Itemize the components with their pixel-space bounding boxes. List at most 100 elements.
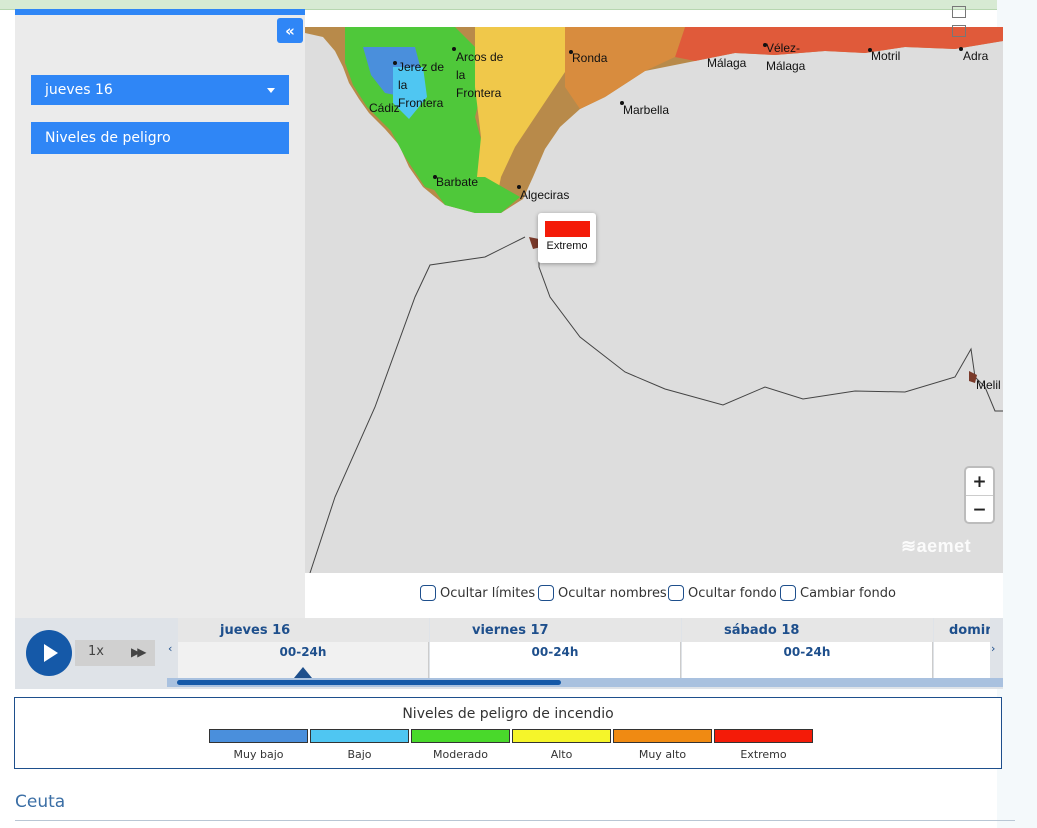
city-label: Cádiz bbox=[369, 101, 400, 115]
city-marker bbox=[569, 50, 573, 54]
checkbox-box[interactable] bbox=[538, 585, 554, 601]
checkbox-label: Ocultar fondo bbox=[688, 585, 777, 601]
city-label: Barbate bbox=[436, 175, 479, 189]
zoom-control: + − bbox=[966, 468, 993, 522]
city-label: Málaga bbox=[766, 59, 806, 73]
city-label: Vélez- bbox=[766, 41, 801, 55]
city-label: Ronda bbox=[572, 51, 608, 65]
legend-swatch bbox=[613, 729, 712, 743]
legend-item: Moderado bbox=[410, 729, 511, 761]
city-label: Melil bbox=[976, 378, 1001, 392]
collapse-sidebar-button[interactable]: « bbox=[277, 18, 303, 43]
danger-popup[interactable]: Extremo bbox=[538, 213, 596, 263]
speed-label: 1x bbox=[88, 644, 104, 659]
maritime-boundary bbox=[309, 236, 526, 573]
map-options: Ocultar límites Ocultar nombres Ocultar … bbox=[305, 573, 1003, 618]
day-select[interactable]: jueves 16 bbox=[31, 75, 289, 105]
section-divider bbox=[15, 820, 1015, 821]
zoom-in-button[interactable]: + bbox=[966, 468, 993, 496]
timeline-bar: 1x ▶▶ ‹ jueves 16 00-24h viernes 17 00-2… bbox=[15, 618, 1003, 689]
hide-background-checkbox[interactable]: Ocultar fondo bbox=[668, 585, 777, 601]
city-marker bbox=[433, 175, 437, 179]
city-label: Motril bbox=[871, 49, 901, 63]
danger-levels-label: Niveles de peligro bbox=[45, 130, 171, 146]
legend-label: Moderado bbox=[433, 748, 488, 761]
legend-items: Muy bajo Bajo Moderado Alto Muy alto Extremo bbox=[208, 729, 814, 761]
day-select-value: jueves 16 bbox=[45, 82, 113, 98]
timeline-day[interactable]: sábado 18 00-24h bbox=[682, 618, 933, 678]
city-marker bbox=[763, 43, 767, 47]
legend-item: Extremo bbox=[713, 729, 814, 761]
city-label: Frontera bbox=[456, 86, 502, 100]
speed-control[interactable]: 1x ▶▶ bbox=[75, 640, 155, 666]
city-label: Jerez de bbox=[398, 60, 445, 74]
sidebar-topbar bbox=[15, 9, 305, 15]
play-button[interactable] bbox=[26, 630, 72, 676]
hide-limits-checkbox[interactable]: Ocultar límites bbox=[420, 585, 535, 601]
popup-label: Extremo bbox=[546, 240, 588, 252]
fire-danger-legend: Niveles de peligro de incendio Muy bajo B… bbox=[14, 697, 1002, 769]
legend-swatch bbox=[714, 729, 813, 743]
city-label: la bbox=[398, 78, 408, 92]
day-slot[interactable]: 00-24h bbox=[682, 642, 933, 678]
danger-levels-button[interactable]: Niveles de peligro bbox=[31, 122, 289, 154]
checkbox-box[interactable] bbox=[668, 585, 684, 601]
legend-item: Bajo bbox=[309, 729, 410, 761]
fast-forward-icon[interactable]: ▶▶ bbox=[131, 645, 147, 659]
legend-label: Extremo bbox=[740, 748, 787, 761]
land-orange-central bbox=[565, 27, 685, 109]
legend-title: Niveles de peligro de incendio bbox=[402, 706, 614, 722]
checkbox-box[interactable] bbox=[780, 585, 796, 601]
city-label: Adra bbox=[963, 49, 989, 63]
legend-swatch bbox=[512, 729, 611, 743]
download-icon[interactable] bbox=[952, 25, 966, 37]
city-marker bbox=[393, 61, 397, 65]
timeline-day[interactable]: viernes 17 00-24h bbox=[430, 618, 681, 678]
play-icon bbox=[44, 644, 58, 662]
legend-label: Alto bbox=[550, 748, 573, 761]
city-marker bbox=[452, 47, 456, 51]
map-view[interactable]: Jerez de la Frontera Arcos de la Fronter… bbox=[305, 27, 1003, 573]
timeline-scrollbar[interactable] bbox=[167, 678, 1003, 687]
change-background-checkbox[interactable]: Cambiar fondo bbox=[780, 585, 896, 601]
city-marker bbox=[620, 101, 624, 105]
legend-label: Muy alto bbox=[638, 748, 687, 761]
legend-item: Muy bajo bbox=[208, 729, 309, 761]
current-time-pointer bbox=[294, 667, 312, 678]
day-label: sábado 18 bbox=[682, 618, 933, 642]
city-marker bbox=[868, 48, 872, 52]
timeline-right-arrow[interactable]: › bbox=[991, 642, 995, 655]
city-label: Algeciras bbox=[520, 188, 570, 202]
city-marker bbox=[517, 185, 521, 189]
checkbox-box[interactable] bbox=[420, 585, 436, 601]
legend-item: Alto bbox=[511, 729, 612, 761]
city-label: Marbella bbox=[623, 103, 670, 117]
city-label: la bbox=[456, 68, 466, 82]
image-icon[interactable] bbox=[952, 6, 966, 18]
legend-swatch bbox=[310, 729, 409, 743]
day-slot[interactable] bbox=[934, 642, 990, 678]
timeline-left-arrow[interactable]: ‹ bbox=[168, 642, 172, 655]
city-label: Arcos de bbox=[456, 50, 504, 64]
day-label: jueves 16 bbox=[178, 618, 429, 642]
sidebar: « jueves 16 Niveles de peligro bbox=[15, 9, 305, 618]
city-label: Frontera bbox=[398, 96, 444, 110]
checkbox-label: Ocultar nombres bbox=[558, 585, 667, 601]
popup-swatch bbox=[545, 221, 590, 237]
day-label: viernes 17 bbox=[430, 618, 681, 642]
hide-names-checkbox[interactable]: Ocultar nombres bbox=[538, 585, 667, 601]
background-decoration bbox=[997, 0, 1037, 828]
legend-item: Muy alto bbox=[612, 729, 713, 761]
day-label: domingo bbox=[934, 618, 990, 642]
ceuta-boundary bbox=[538, 243, 1003, 412]
caret-down-icon bbox=[267, 87, 275, 93]
legend-label: Bajo bbox=[347, 748, 372, 761]
scrollbar-thumb[interactable] bbox=[177, 680, 561, 685]
aemet-logo: ≋aemet bbox=[901, 536, 972, 556]
day-slot[interactable]: 00-24h bbox=[430, 642, 681, 678]
legend-label: Muy bajo bbox=[233, 748, 284, 761]
aemet-logo-text: aemet bbox=[916, 536, 972, 556]
zoom-out-button[interactable]: − bbox=[966, 496, 993, 523]
section-title: Ceuta bbox=[15, 792, 66, 812]
timeline-day[interactable]: domingo bbox=[934, 618, 990, 678]
